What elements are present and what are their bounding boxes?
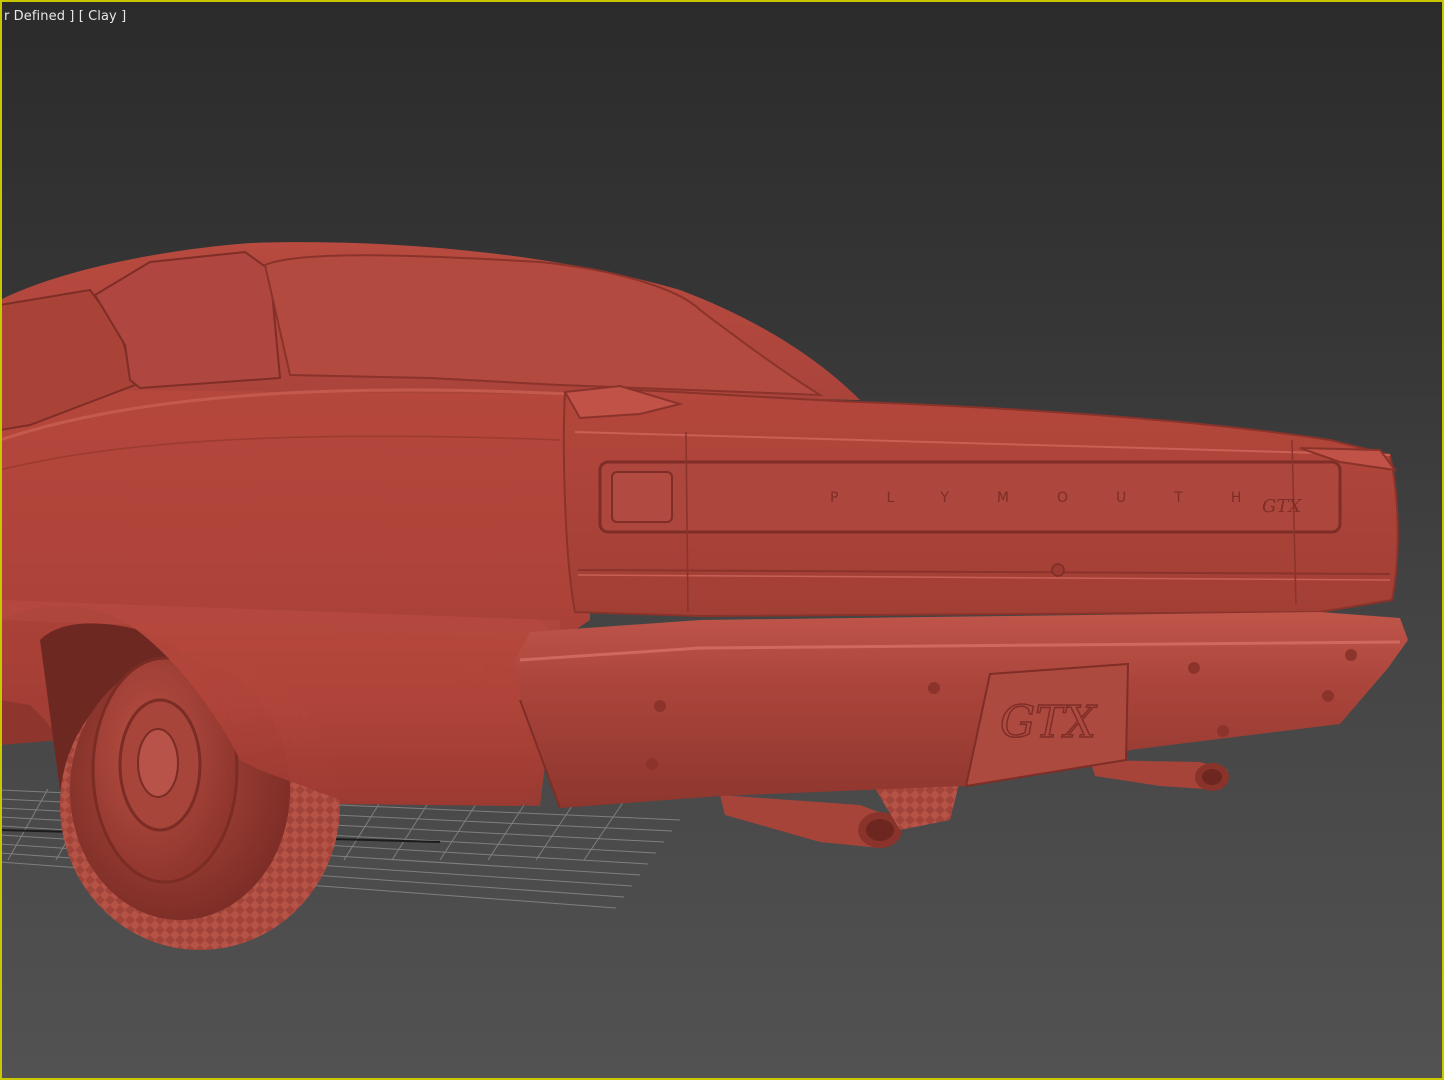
exhaust-pipe-right — [1090, 760, 1229, 791]
rear-bumper — [515, 612, 1408, 809]
grid-line — [439, 797, 481, 861]
tail-light-lens — [611, 471, 673, 523]
trunk-badge: GTX — [1262, 496, 1302, 517]
trunk-lock — [1051, 563, 1065, 577]
viewport-label: r Defined ] [ Clay ] — [4, 9, 126, 24]
plate-text: GTX — [1000, 697, 1097, 748]
viewport-lighting-menu[interactable]: r Defined ] — [4, 9, 74, 24]
exhaust-pipe-left — [720, 795, 902, 848]
viewport-perspective[interactable]: r Defined ] [ Clay ] PLYMOUTH GTX GTX — [0, 0, 1444, 1080]
grid-line — [535, 799, 577, 861]
viewport-shading-menu[interactable]: [ Clay ] — [79, 9, 127, 24]
grid-line — [487, 798, 529, 861]
viewport-scene[interactable]: PLYMOUTH GTX GTX — [0, 0, 1444, 1080]
trunk-lettering: PLYMOUTH — [830, 490, 1289, 506]
rear-fascia: PLYMOUTH GTX — [562, 384, 1399, 618]
